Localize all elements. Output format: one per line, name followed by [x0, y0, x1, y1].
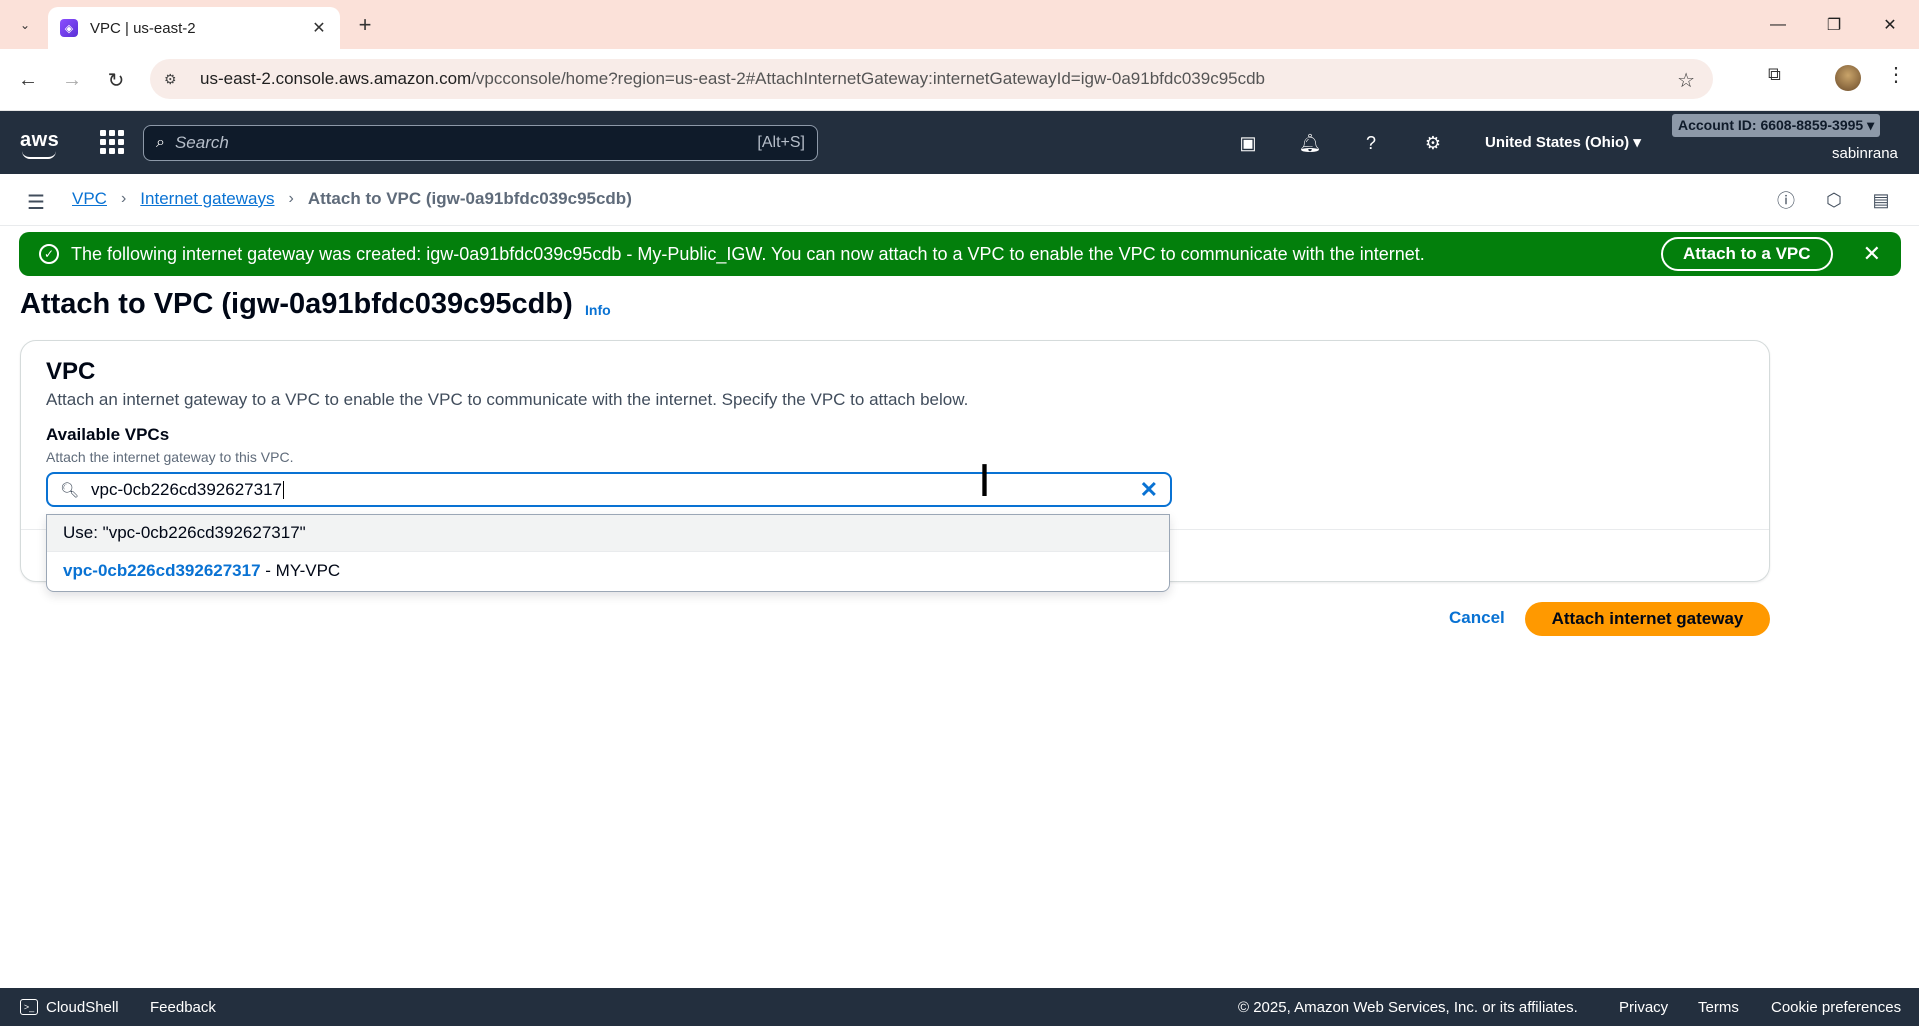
search-icon: ⌕: [156, 134, 165, 151]
breadcrumb-chevron-icon: ›: [288, 190, 294, 207]
help-icon[interactable]: ?: [1357, 129, 1385, 157]
console-search-input[interactable]: ⌕ Search [Alt+S]: [143, 125, 818, 161]
tab-close-icon[interactable]: ✕: [310, 18, 328, 38]
search-placeholder: Search: [174, 133, 229, 152]
username[interactable]: sabinrana: [1832, 145, 1898, 162]
aws-logo-smile: [22, 151, 56, 159]
settings-icon[interactable]: ⚙: [1419, 129, 1447, 157]
footer-terms[interactable]: Terms: [1698, 999, 1739, 1016]
bookmark-star-icon[interactable]: ☆: [1677, 68, 1695, 93]
profile-avatar[interactable]: [1835, 65, 1861, 91]
flash-message: The following internet gateway was creat…: [71, 243, 1425, 264]
console-footer: >_ CloudShell Feedback © 2025, Amazon We…: [0, 988, 1919, 1026]
forward-icon[interactable]: →: [56, 64, 88, 96]
cancel-button[interactable]: Cancel: [1449, 608, 1505, 628]
tab-search-chevron-down-icon[interactable]: ⌄: [10, 12, 40, 38]
check-circle-icon: ✓: [39, 244, 59, 264]
available-vpcs-description: Attach the internet gateway to this VPC.: [46, 449, 294, 465]
window-close-icon[interactable]: ✕: [1862, 0, 1918, 49]
footer-cookie-preferences[interactable]: Cookie preferences: [1771, 999, 1901, 1016]
new-tab-plus-icon[interactable]: +: [352, 10, 378, 40]
url-host: us-east-2.console.aws.amazon.com: [200, 69, 472, 88]
attach-to-vpc-button[interactable]: Attach to a VPC: [1661, 237, 1833, 271]
browser-tab[interactable]: ◈ VPC | us-east-2 ✕: [48, 7, 340, 49]
url-path: /vpcconsole/home?region=us-east-2#Attach…: [471, 69, 1266, 88]
browser-menu-icon[interactable]: ⋮: [1886, 62, 1906, 87]
extensions-icon[interactable]: ⧉: [1768, 64, 1781, 85]
suggestion-vpc-name: - MY-VPC: [260, 560, 341, 580]
breadcrumb-internet-gateways[interactable]: Internet gateways: [140, 189, 274, 209]
text-caret: [282, 481, 284, 500]
footer-copyright: © 2025, Amazon Web Services, Inc. or its…: [1238, 999, 1578, 1016]
tools-panel-icon[interactable]: ▤: [1869, 188, 1893, 212]
search-icon: 🔍︎: [60, 481, 80, 499]
footer-privacy[interactable]: Privacy: [1619, 999, 1668, 1016]
vpc-section-description: Attach an internet gateway to a VPC to e…: [46, 390, 969, 409]
page-title: Attach to VPC (igw-0a91bfdc039c95cdb): [20, 288, 573, 320]
reload-icon[interactable]: ↻: [100, 64, 132, 96]
notifications-panel-icon[interactable]: ⬡: [1822, 188, 1846, 212]
vpc-input-value: vpc-0cb226cd392627317: [91, 479, 282, 499]
aws-top-nav: aws ⌕ Search [Alt+S] ▣ 🔔︎ ? ⚙ United Sta…: [0, 111, 1919, 174]
suggestion-vpc-id: vpc-0cb226cd392627317: [63, 560, 261, 580]
breadcrumb: VPC › Internet gateways › Attach to VPC …: [72, 189, 632, 209]
info-link[interactable]: Info: [585, 302, 611, 318]
apps-grid-icon[interactable]: [100, 130, 124, 154]
vpc-favicon-icon: ◈: [60, 19, 78, 37]
suggestion-vpc-option[interactable]: vpc-0cb226cd392627317 - MY-VPC: [47, 552, 1169, 589]
address-bar[interactable]: ⚙ us-east-2.console.aws.amazon.com/vpcco…: [150, 59, 1713, 99]
text-cursor-icon: I: [978, 456, 991, 507]
footer-cloudshell[interactable]: CloudShell: [46, 999, 119, 1016]
vpc-search-input[interactable]: 🔍︎ vpc-0cb226cd392627317 ✕: [46, 472, 1172, 507]
breadcrumb-current: Attach to VPC (igw-0a91bfdc039c95cdb): [307, 189, 632, 208]
info-panel-icon[interactable]: ⓘ: [1774, 188, 1798, 212]
search-shortcut: [Alt+S]: [757, 134, 805, 151]
attach-internet-gateway-button[interactable]: Attach internet gateway: [1525, 602, 1770, 636]
tab-title: VPC | us-east-2: [90, 19, 196, 37]
region-selector[interactable]: United States (Ohio) ▾: [1485, 133, 1641, 151]
site-info-icon[interactable]: ⚙: [164, 71, 186, 88]
account-menu[interactable]: Account ID: 6608-8859-3995 ▾: [1672, 114, 1881, 137]
breadcrumb-vpc[interactable]: VPC: [72, 189, 107, 209]
restore-icon[interactable]: ❐: [1806, 0, 1862, 49]
success-flashbar: ✓ The following internet gateway was cre…: [19, 232, 1901, 276]
browser-toolbar: ← → ↻ ⚙ us-east-2.console.aws.amazon.com…: [0, 49, 1919, 111]
aws-logo[interactable]: aws: [20, 129, 59, 152]
breadcrumb-chevron-icon: ›: [120, 190, 127, 207]
vpc-section-title: VPC: [46, 358, 96, 385]
clear-input-icon[interactable]: ✕: [1140, 477, 1158, 503]
cloudshell-icon[interactable]: ▣: [1234, 129, 1262, 157]
cloudshell-icon[interactable]: >_: [20, 999, 38, 1015]
suggestion-use-entered-label: Use: "vpc-0cb226cd392627317": [63, 523, 306, 542]
back-icon[interactable]: ←: [12, 64, 44, 96]
bell-icon[interactable]: 🔔︎: [1296, 129, 1324, 157]
vpc-suggestions-dropdown: Use: "vpc-0cb226cd392627317" vpc-0cb226c…: [46, 514, 1170, 592]
available-vpcs-label: Available VPCs: [46, 425, 170, 444]
browser-tab-bar: ⌄ ◈ VPC | us-east-2 ✕ + — ❐ ✕: [0, 0, 1919, 49]
flash-dismiss-icon[interactable]: ✕: [1863, 241, 1881, 267]
minimize-icon[interactable]: —: [1750, 0, 1806, 49]
suggestion-use-entered[interactable]: Use: "vpc-0cb226cd392627317": [47, 515, 1169, 552]
footer-feedback[interactable]: Feedback: [150, 999, 216, 1016]
breadcrumb-bar: ☰ VPC › Internet gateways › Attach to VP…: [0, 174, 1919, 226]
hamburger-icon[interactable]: ☰: [27, 190, 45, 215]
